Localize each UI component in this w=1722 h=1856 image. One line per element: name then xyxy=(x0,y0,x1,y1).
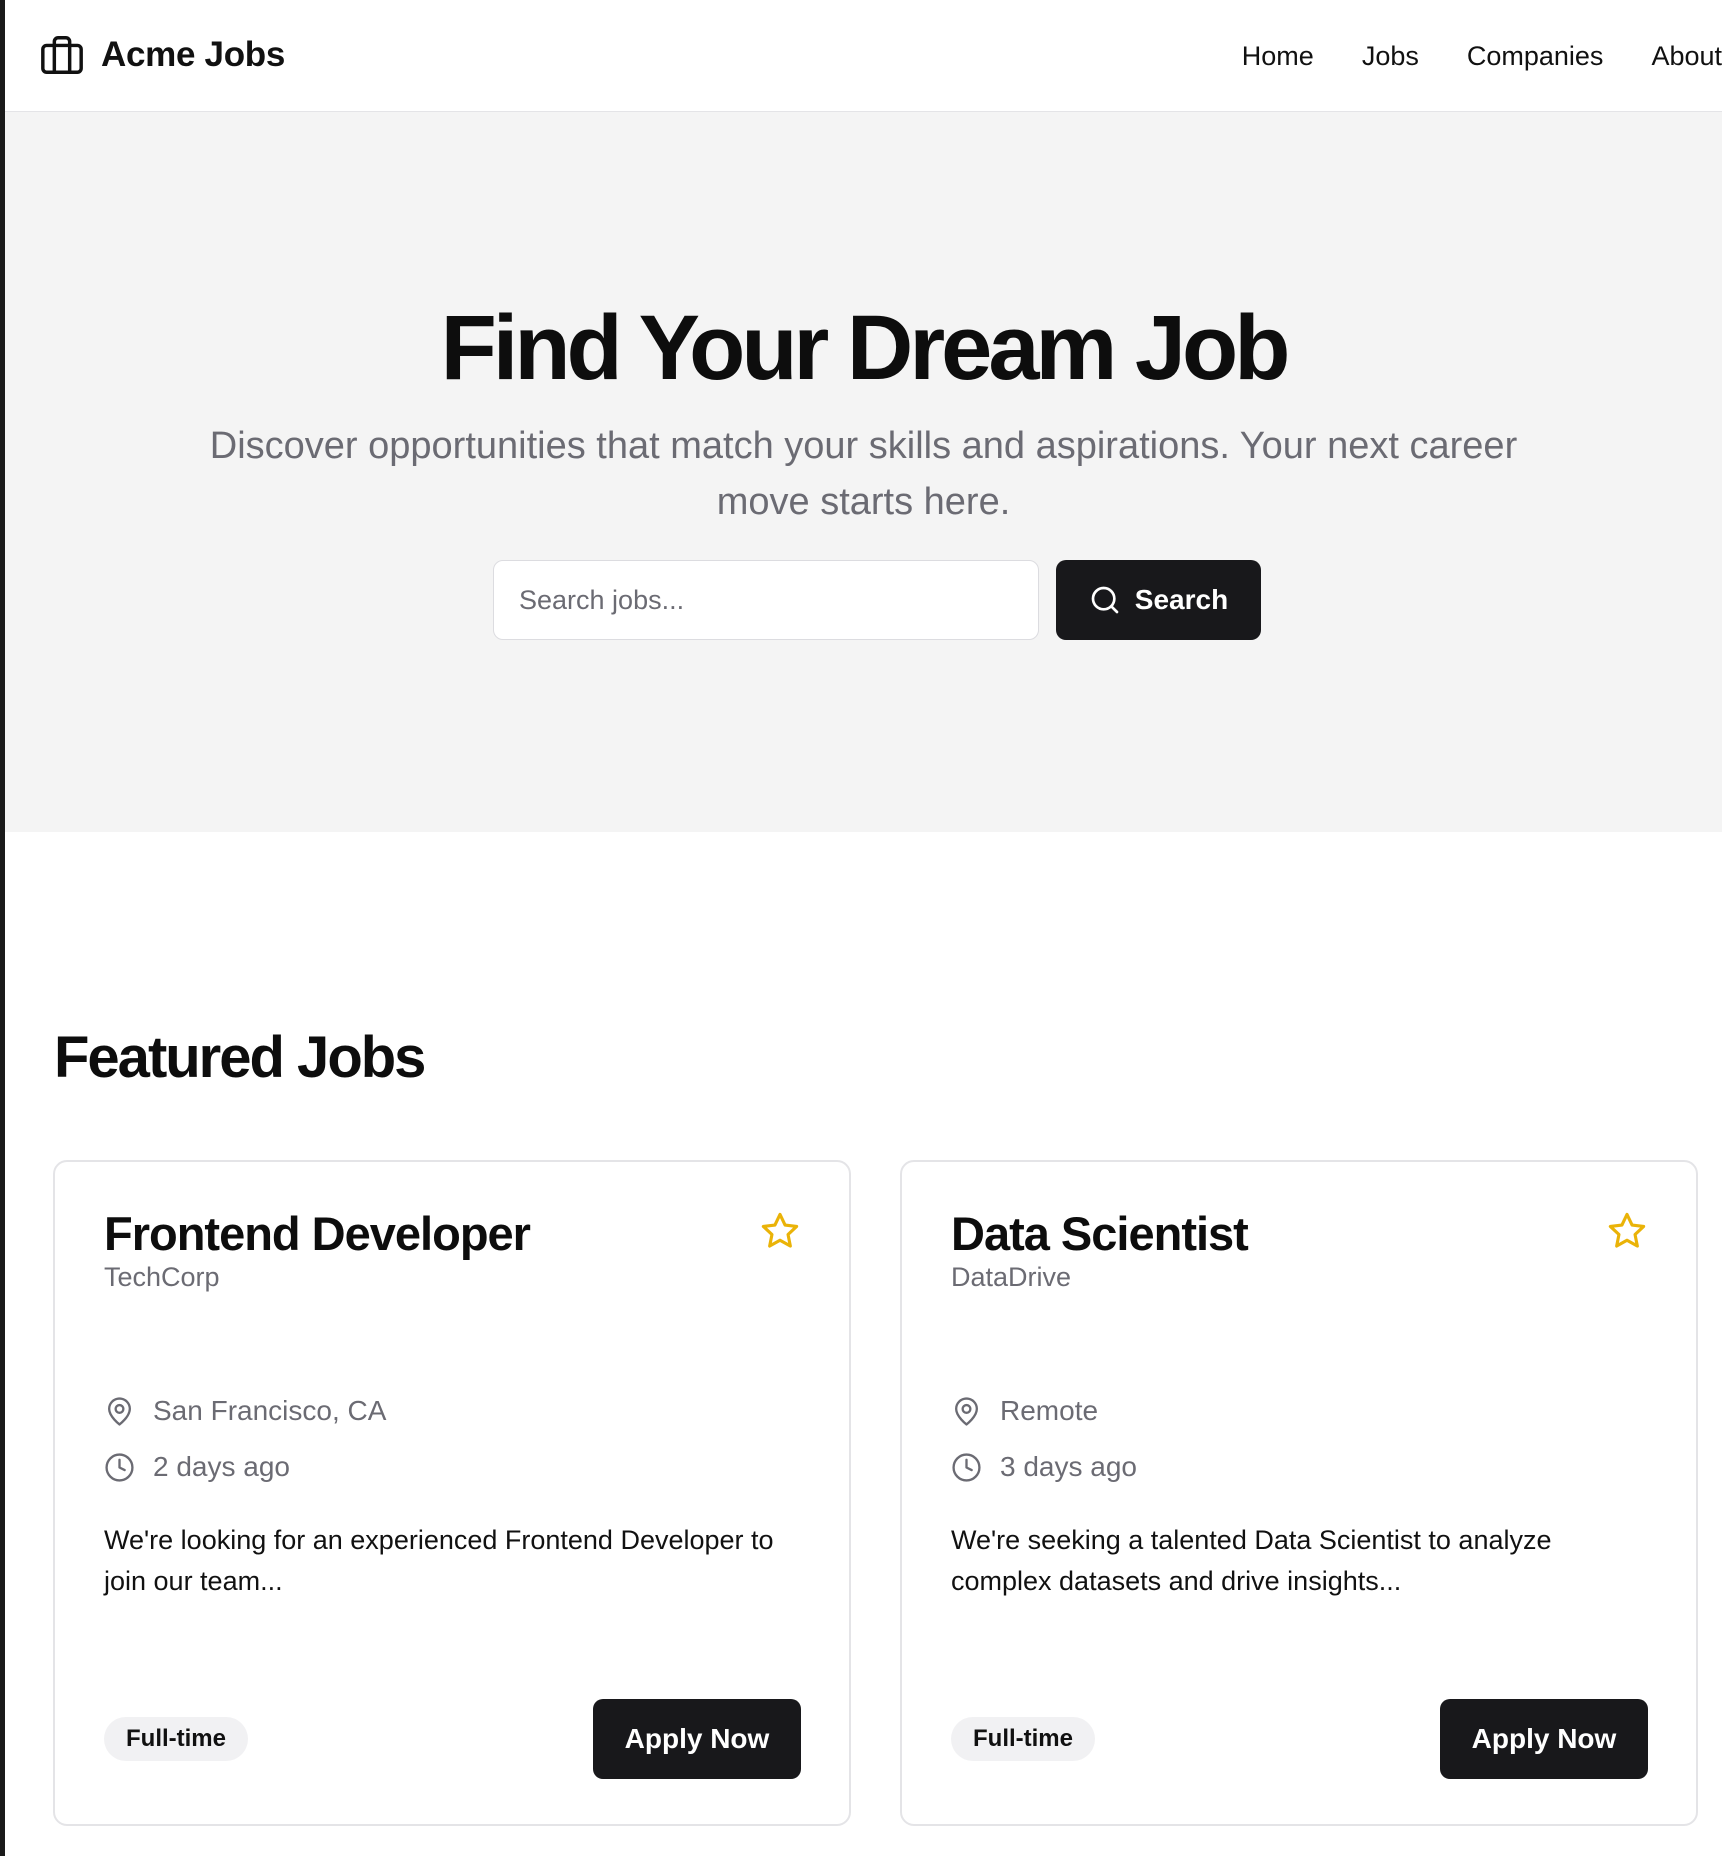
job-location: Remote xyxy=(951,1395,1098,1427)
star-icon xyxy=(1608,1212,1646,1248)
nav-link-jobs[interactable]: Jobs xyxy=(1362,41,1419,72)
company-name: TechCorp xyxy=(104,1262,220,1292)
job-description: We're looking for an experienced Fronten… xyxy=(104,1525,774,1596)
job-posted: 3 days ago xyxy=(951,1451,1137,1483)
search-button[interactable]: Search xyxy=(1056,560,1261,640)
favorite-button[interactable] xyxy=(759,1210,801,1252)
job-type-badge: Full-time xyxy=(951,1717,1095,1761)
site-header: Acme Jobs Home Jobs Companies About xyxy=(5,0,1722,112)
location-text: Remote xyxy=(1000,1395,1099,1426)
search-icon xyxy=(1091,586,1119,614)
hero-title: Find Your Dream Job xyxy=(440,297,1291,399)
company-name: DataDrive xyxy=(951,1262,1072,1292)
search-button-label: Search xyxy=(1134,584,1229,615)
hero-subtitle: Discover opportunities that match your s… xyxy=(209,425,1518,523)
clock-icon xyxy=(105,1452,134,1482)
featured-jobs-heading: Featured Jobs xyxy=(54,1025,426,1090)
main-nav: Home Jobs Companies About xyxy=(1242,36,1722,76)
brand-name: Acme Jobs xyxy=(101,35,286,74)
job-title: Data Scientist xyxy=(951,1207,1249,1260)
briefcase-icon xyxy=(41,36,83,74)
job-card: Frontend Developer TechCorp San Francisc… xyxy=(53,1160,851,1826)
map-pin-icon xyxy=(955,1396,978,1426)
nav-link-companies[interactable]: Companies xyxy=(1467,41,1604,72)
job-title: Frontend Developer xyxy=(104,1207,531,1260)
clock-icon xyxy=(952,1452,981,1482)
apply-now-button[interactable]: Apply Now xyxy=(1440,1699,1648,1779)
nav-link-about[interactable]: About xyxy=(1651,41,1722,72)
job-description: We're seeking a talented Data Scientist … xyxy=(951,1525,1552,1596)
map-pin-icon xyxy=(108,1396,131,1426)
apply-now-button[interactable]: Apply Now xyxy=(593,1699,801,1779)
nav-link-home[interactable]: Home xyxy=(1242,41,1314,72)
search-form: Search xyxy=(493,560,1261,640)
star-icon xyxy=(761,1212,799,1248)
posted-text: 2 days ago xyxy=(153,1451,290,1482)
brand-logo[interactable]: Acme Jobs xyxy=(39,30,285,80)
job-location: San Francisco, CA xyxy=(104,1395,386,1427)
location-text: San Francisco, CA xyxy=(153,1395,387,1426)
search-input[interactable] xyxy=(493,560,1039,640)
job-type-badge: Full-time xyxy=(104,1717,248,1761)
job-posted: 2 days ago xyxy=(104,1451,290,1483)
posted-text: 3 days ago xyxy=(1000,1451,1137,1482)
favorite-button[interactable] xyxy=(1606,1210,1648,1252)
hero-section: Find Your Dream Job Discover opportuniti… xyxy=(5,112,1722,832)
job-card: Data Scientist DataDrive Remote 3 days a… xyxy=(900,1160,1698,1826)
